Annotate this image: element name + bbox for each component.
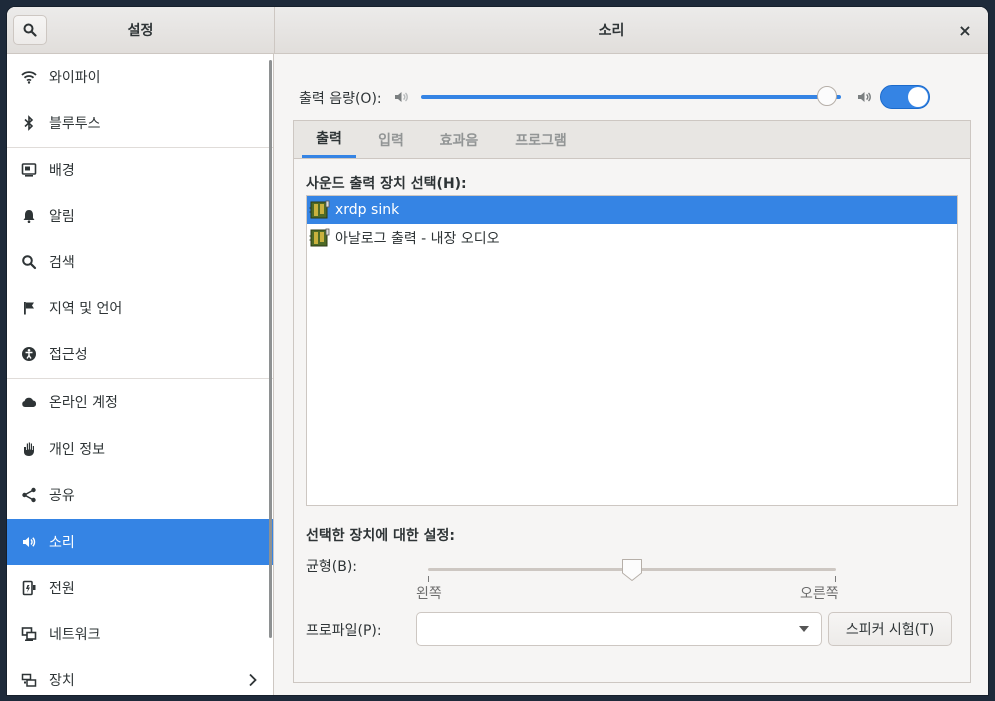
search-icon	[21, 254, 37, 270]
sidebar-item-online-accounts[interactable]: 온라인 계정	[7, 379, 273, 425]
wifi-icon	[21, 69, 37, 85]
device-section-label: 사운드 출력 장치 선택(H):	[306, 176, 467, 192]
sidebar-item-sharing[interactable]: 공유	[7, 472, 273, 518]
device-label: xrdp sink	[335, 202, 400, 218]
sidebar-item-label: 접근성	[49, 347, 88, 363]
profile-select[interactable]	[416, 612, 822, 646]
network-icon	[21, 626, 37, 642]
sidebar-item-sound[interactable]: 소리	[7, 519, 273, 565]
sidebar-item-devices[interactable]: 장치	[7, 657, 273, 695]
sidebar-item-privacy[interactable]: 개인 정보	[7, 426, 273, 472]
header-bar: 설정 소리 ×	[7, 7, 988, 54]
sound-card-icon	[309, 200, 330, 219]
sound-tabs: 출력 입력 효과음 프로그램 사운드 출력 장치 선택(H): xrdp sin…	[293, 120, 971, 683]
balance-slider-handle[interactable]	[621, 558, 643, 582]
tab-applications[interactable]: 프로그램	[504, 121, 578, 158]
share-icon	[21, 487, 37, 503]
settings-window: 설정 소리 × 와이파이 블루투스 배경 알림 검색 지역 및 언어 접근성 온…	[7, 7, 988, 695]
sidebar-item-notifications[interactable]: 알림	[7, 193, 273, 239]
chevron-right-icon	[247, 672, 259, 688]
sidebar: 와이파이 블루투스 배경 알림 검색 지역 및 언어 접근성 온라인 계정 개인…	[7, 54, 274, 695]
devices-icon	[21, 672, 37, 688]
flag-icon	[21, 300, 37, 316]
tab-bar: 출력 입력 효과음 프로그램	[294, 121, 970, 159]
page-title: 소리	[598, 23, 625, 39]
tab-sound-effects[interactable]: 효과음	[428, 121, 490, 158]
balance-right-label: 오른쪽	[800, 586, 839, 602]
sidebar-item-label: 공유	[49, 488, 75, 504]
balance-left-label: 왼쪽	[416, 586, 442, 602]
tab-output[interactable]: 출력	[302, 121, 356, 158]
output-volume-slider-handle[interactable]	[816, 86, 837, 106]
sidebar-header: 설정	[7, 7, 275, 53]
volume-low-icon	[395, 92, 408, 102]
sidebar-item-label: 전원	[49, 581, 75, 597]
bluetooth-icon	[21, 115, 37, 131]
sidebar-item-network[interactable]: 네트워크	[7, 611, 273, 657]
power-icon	[21, 580, 37, 596]
device-label: 아날로그 출력 - 내장 오디오	[335, 231, 500, 247]
profile-label: 프로파일(P):	[306, 623, 382, 639]
output-volume-label: 출력 음량(O):	[299, 91, 382, 107]
sidebar-item-wifi[interactable]: 와이파이	[7, 54, 273, 100]
test-speakers-button[interactable]: 스피커 시험(T)	[828, 612, 952, 646]
device-settings-label: 선택한 장치에 대한 설정:	[306, 528, 456, 544]
output-tab-content: 사운드 출력 장치 선택(H): xrdp sink 아날로그 출력 - 내장 …	[294, 159, 970, 682]
toggle-knob	[908, 87, 928, 107]
output-mute-toggle[interactable]	[880, 85, 930, 109]
volume-high-icon	[858, 92, 871, 102]
output-device-list[interactable]: xrdp sink 아날로그 출력 - 내장 오디오	[306, 195, 958, 506]
accessibility-icon	[21, 346, 37, 362]
sidebar-item-label: 블루투스	[49, 116, 101, 132]
hand-icon	[21, 441, 37, 457]
sidebar-item-label: 알림	[49, 209, 75, 225]
sidebar-title: 설정	[127, 23, 154, 39]
sidebar-item-label: 개인 정보	[49, 442, 105, 458]
sidebar-item-search[interactable]: 검색	[7, 239, 273, 285]
close-icon: ×	[958, 20, 972, 40]
list-item[interactable]: xrdp sink	[307, 196, 957, 224]
sidebar-item-label: 온라인 계정	[49, 395, 118, 411]
output-volume-slider[interactable]	[421, 95, 841, 99]
sidebar-item-bluetooth[interactable]: 블루투스	[7, 100, 273, 146]
sidebar-item-region-language[interactable]: 지역 및 언어	[7, 285, 273, 331]
sidebar-item-background[interactable]: 배경	[7, 147, 273, 193]
list-item[interactable]: 아날로그 출력 - 내장 오디오	[307, 224, 957, 252]
balance-label: 균형(B):	[306, 559, 358, 575]
sound-card-icon	[309, 228, 330, 247]
bell-icon	[21, 208, 37, 224]
sidebar-item-accessibility[interactable]: 접근성	[7, 331, 273, 377]
sidebar-item-label: 검색	[49, 255, 75, 271]
sidebar-item-label: 지역 및 언어	[49, 301, 123, 317]
search-button[interactable]	[13, 15, 47, 45]
balance-tick-right	[835, 576, 836, 582]
sidebar-item-label: 와이파이	[49, 70, 101, 86]
background-icon	[21, 162, 37, 178]
search-icon	[23, 23, 37, 37]
tab-input[interactable]: 입력	[364, 121, 418, 158]
sidebar-item-power[interactable]: 전원	[7, 565, 273, 611]
speaker-icon	[21, 534, 37, 550]
balance-tick-left	[428, 576, 429, 582]
sidebar-item-label: 네트워크	[49, 627, 101, 643]
cloud-icon	[21, 394, 37, 410]
close-button[interactable]: ×	[954, 19, 976, 41]
output-volume-row: 출력 음량(O):	[299, 80, 939, 114]
sidebar-item-label: 장치	[49, 673, 75, 689]
sidebar-scrollbar[interactable]	[269, 60, 272, 638]
sound-panel: 출력 음량(O): 출력 입력 효과음 프로그램 사운드 출력 장치 선택(H)…	[274, 54, 988, 695]
sidebar-item-label: 배경	[49, 163, 75, 179]
sidebar-item-label: 소리	[49, 535, 75, 551]
chevron-down-icon	[799, 626, 809, 632]
